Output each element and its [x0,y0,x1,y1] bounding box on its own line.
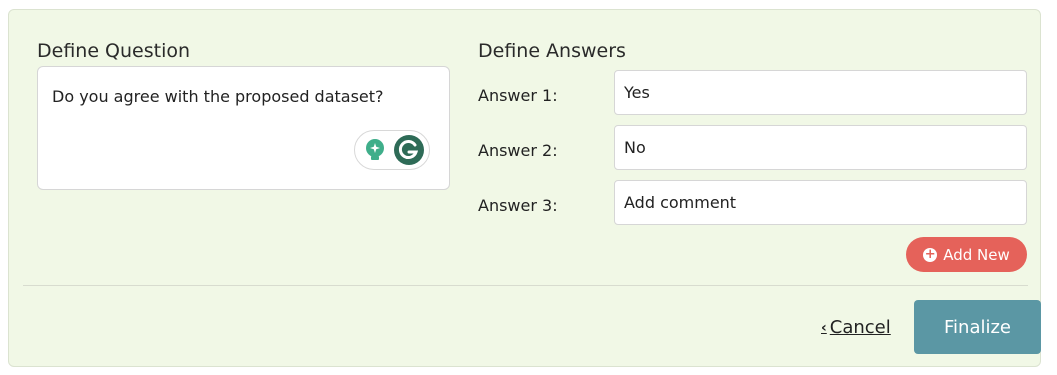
define-answers-title: Define Answers [478,40,626,62]
grammarly-icon[interactable] [393,134,425,170]
cancel-link[interactable]: ‹ Cancel [821,317,891,338]
define-question-title: Define Question [37,40,191,62]
question-text[interactable]: Do you agree with the proposed dataset? [52,87,384,106]
answer-2-label: Answer 2: [478,141,558,160]
answer-1-label: Answer 1: [478,86,558,105]
answer-2-input[interactable] [614,125,1027,170]
chevron-left-icon: ‹ [821,319,827,336]
define-question-panel: Define Question Define Answers Do you ag… [8,9,1041,367]
answer-3-label: Answer 3: [478,196,558,215]
footer-divider [23,285,1028,286]
add-new-label: Add New [943,245,1010,264]
cancel-label: Cancel [829,317,891,338]
question-textarea[interactable]: Do you agree with the proposed dataset? [37,66,450,190]
finalize-label: Finalize [943,316,1011,338]
answer-3-input[interactable] [614,180,1027,225]
plus-circle-icon: + [923,246,938,262]
finalize-button[interactable]: Finalize [914,300,1041,354]
answer-1-input[interactable] [614,70,1027,115]
add-new-button[interactable]: + Add New [906,237,1027,272]
lightbulb-icon[interactable] [363,138,387,166]
grammarly-widget[interactable] [354,130,430,170]
